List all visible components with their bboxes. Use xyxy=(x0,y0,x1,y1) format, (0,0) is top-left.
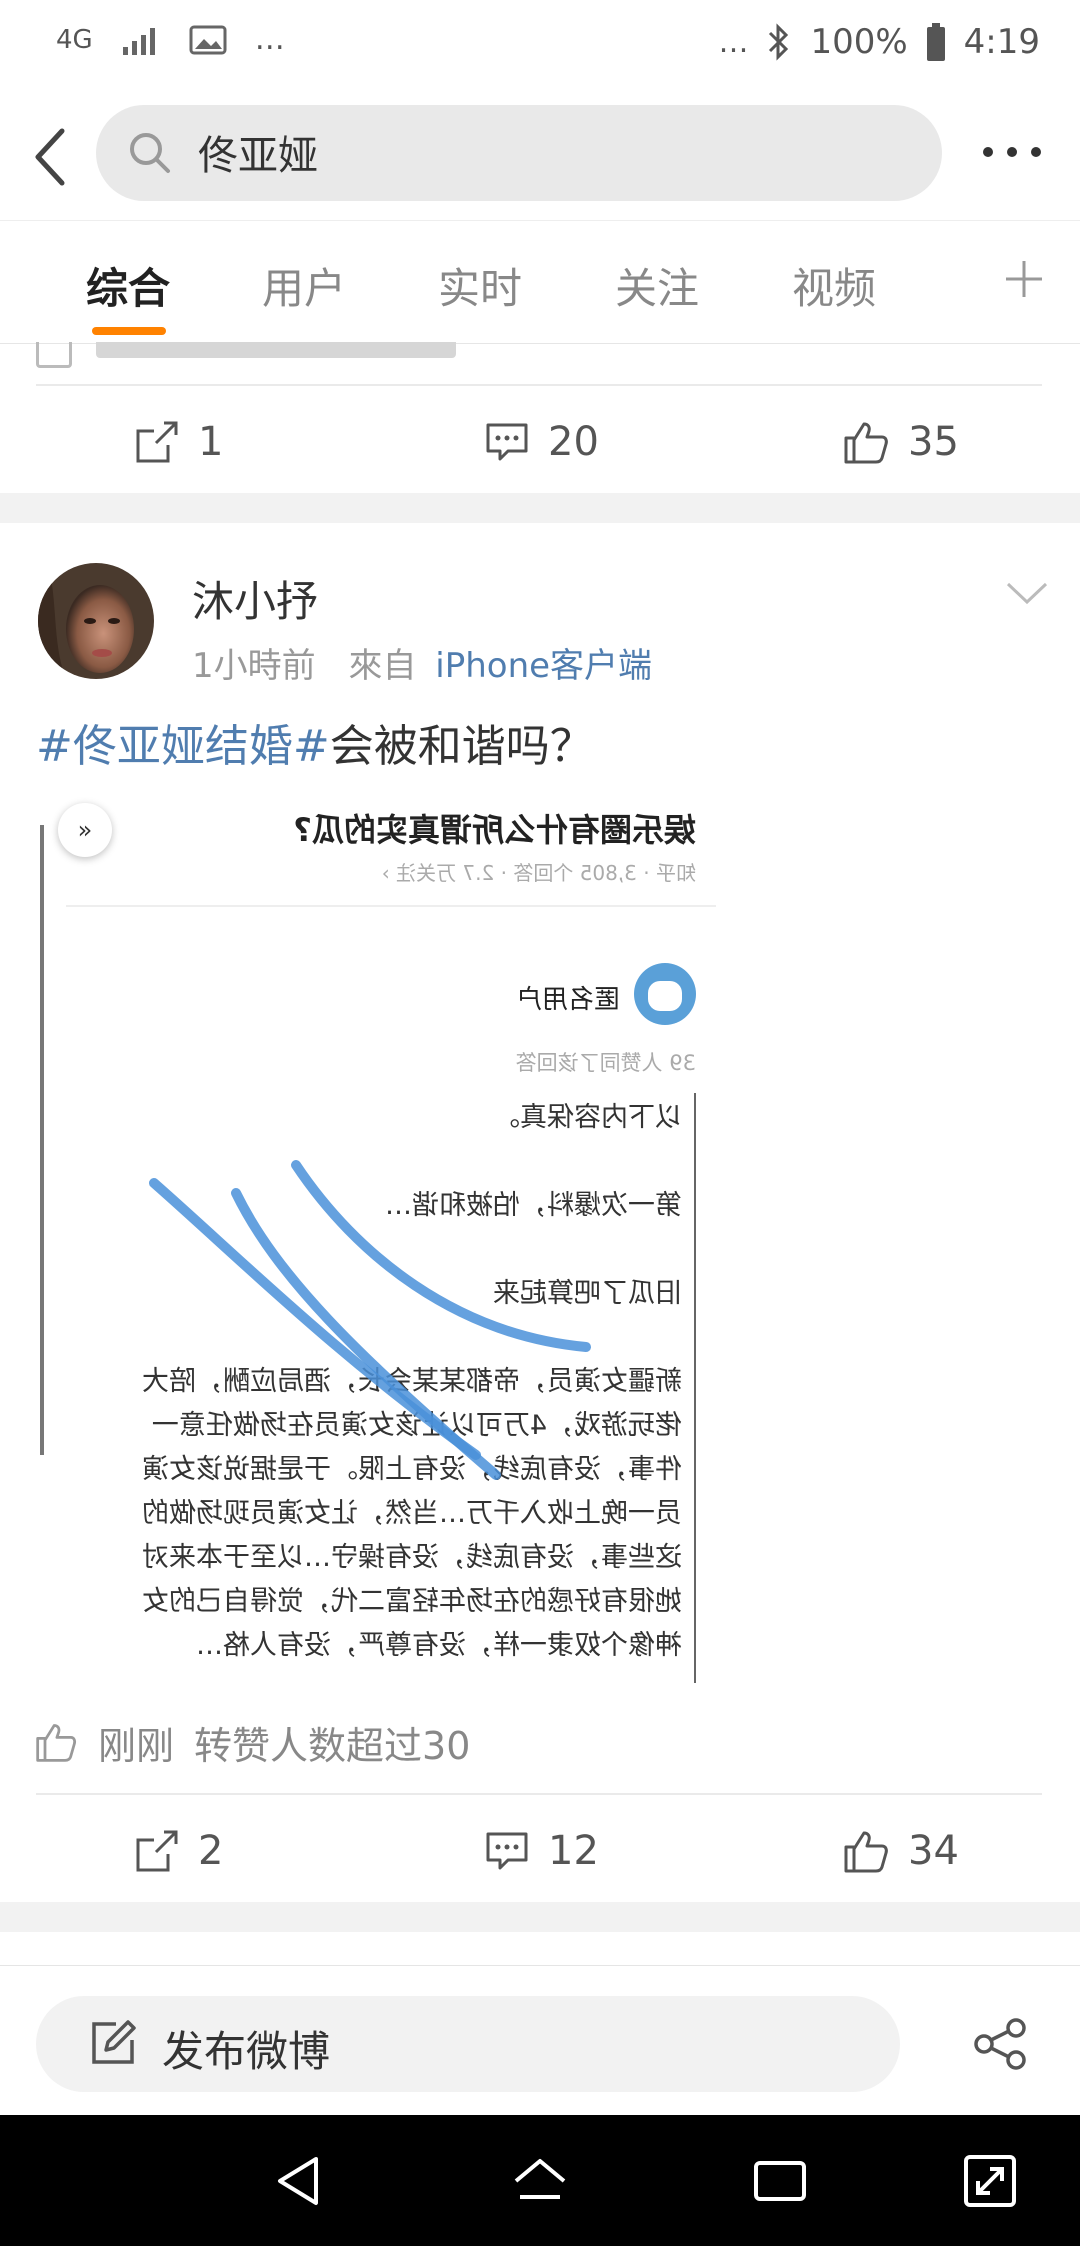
post2-hashtag[interactable]: #佟亚娅结婚# xyxy=(36,721,330,772)
post1-action-bar: 1 20 35 xyxy=(0,387,1080,497)
post2-liked-text: 转赞人数超过30 xyxy=(194,1723,471,1768)
comment-icon xyxy=(486,1832,528,1870)
post2-text: #佟亚娅结婚#会被和谐吗？ xyxy=(36,710,594,774)
nav-home-icon[interactable] xyxy=(510,2151,570,2211)
nav-back-icon[interactable] xyxy=(270,2151,330,2211)
clock: 4:19 xyxy=(963,22,1040,62)
post1-like-button[interactable]: 35 xyxy=(842,387,959,497)
add-tab-icon[interactable] xyxy=(1002,257,1046,301)
post2-like-button[interactable]: 34 xyxy=(842,1796,959,1906)
nav-expand-icon[interactable] xyxy=(960,2151,1020,2211)
tab-bar: 综合 用户 实时 关注 视频 xyxy=(0,220,1080,344)
divider xyxy=(36,384,1042,386)
post2-from-label: 來自 xyxy=(348,646,417,686)
previous-post-cutoff xyxy=(36,342,1042,384)
post2-action-bar: 2 12 34 xyxy=(0,1796,1080,1906)
post2-body: 会被和谐吗？ xyxy=(329,721,594,772)
divider xyxy=(36,1793,1042,1795)
image-notification-icon xyxy=(189,25,227,54)
post2-username[interactable]: 沐小抒 xyxy=(192,568,318,629)
post2-comment-count: 12 xyxy=(548,1828,599,1874)
post1-like-count: 35 xyxy=(908,419,959,465)
system-nav-bar xyxy=(0,2115,1080,2246)
tab-video[interactable]: 视频 xyxy=(792,255,876,316)
edit-icon xyxy=(92,2020,136,2064)
battery-icon xyxy=(926,23,945,61)
back-arrow-icon[interactable] xyxy=(20,117,90,197)
share-icon[interactable] xyxy=(972,2016,1028,2072)
nav-recents-icon[interactable] xyxy=(750,2151,810,2211)
avatar-image xyxy=(38,563,154,679)
tab-following[interactable]: 关注 xyxy=(615,255,699,316)
scribble-strokes xyxy=(149,1160,591,1480)
post2-like-count: 34 xyxy=(908,1828,959,1874)
more-options-icon[interactable] xyxy=(980,137,1044,167)
post2-image[interactable]: » 娱乐圈有什么所谓真实的瓜? 知乎 · 3,805 个回答 · 2.7 万关注… xyxy=(36,795,716,1705)
post2-liked-time: 刚刚 xyxy=(98,1723,175,1768)
tab-realtime[interactable]: 实时 xyxy=(438,255,522,316)
search-input[interactable]: 佟亚娅 xyxy=(96,105,942,201)
active-tab-indicator xyxy=(92,327,166,335)
post1-repost-count: 1 xyxy=(198,419,224,465)
compose-label: 发布微博 xyxy=(162,2027,331,2076)
post1-comment-button[interactable]: 20 xyxy=(484,387,599,497)
compose-button[interactable]: 发布微博 xyxy=(36,1996,900,2092)
status-right: … 100% 4:19 xyxy=(718,22,1040,62)
network-label: 4G xyxy=(56,24,93,55)
status-left: 4G … xyxy=(56,22,285,57)
signal-icon xyxy=(122,27,155,55)
post2-repost-count: 2 xyxy=(198,1828,224,1874)
post2-time: 1小時前 xyxy=(192,646,316,686)
search-query[interactable]: 佟亚娅 xyxy=(198,123,318,181)
chevron-down-icon[interactable] xyxy=(1004,578,1050,608)
status-more-left: … xyxy=(254,22,285,57)
thumbs-up-icon xyxy=(36,1724,77,1762)
search-header: 佟亚娅 xyxy=(0,95,1080,220)
avatar[interactable] xyxy=(38,563,154,679)
thumbs-up-icon xyxy=(844,422,888,464)
repost-icon xyxy=(136,1830,178,1872)
post-separator xyxy=(0,493,1080,523)
repost-icon xyxy=(136,421,178,463)
post2-repost-button[interactable]: 2 xyxy=(134,1796,223,1906)
search-icon xyxy=(130,133,170,173)
post2-meta: 1小時前 來自 iPhone客户端 xyxy=(192,638,652,687)
tab-users[interactable]: 用户 xyxy=(262,255,346,316)
post2-comment-button[interactable]: 12 xyxy=(484,1796,599,1906)
bluetooth-icon xyxy=(769,23,789,61)
bottom-composer: 发布微博 xyxy=(0,1965,1080,2116)
battery-percent: 100% xyxy=(810,22,908,62)
post1-repost-button[interactable]: 1 xyxy=(134,387,223,497)
comment-icon xyxy=(486,423,528,461)
status-more-right: … xyxy=(718,24,749,60)
thumbs-up-icon xyxy=(844,1831,888,1873)
tab-comprehensive[interactable]: 综合 xyxy=(86,255,170,316)
post1-comment-count: 20 xyxy=(548,419,599,465)
status-bar: 4G … … 100% 4:19 xyxy=(0,0,1080,95)
post2-liked-row: 刚刚 转赞人数超过30 xyxy=(34,1712,470,1772)
post2-client[interactable]: iPhone客户端 xyxy=(435,646,652,686)
post-separator xyxy=(0,1902,1080,1932)
